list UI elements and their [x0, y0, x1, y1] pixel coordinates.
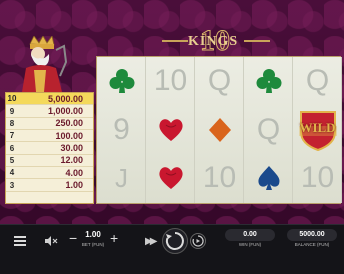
symbol-label: Q	[207, 64, 232, 98]
paytable-row: 8 250.00	[6, 118, 93, 131]
paytable-row: 7 100.00	[6, 130, 93, 143]
paytable-count: 3	[9, 180, 15, 190]
card-symbol-10: 10	[195, 154, 244, 203]
reel-grid: 9 J 10 Q 10 Q Q WILD 10	[96, 56, 342, 204]
paytable-value: 12.00	[60, 155, 83, 166]
paytable-value: 250.00	[55, 118, 83, 129]
reel: Q	[244, 57, 293, 203]
paytable-count: 7	[9, 131, 15, 141]
paytable-count: 9	[9, 106, 15, 116]
card-symbol-q: Q	[195, 57, 244, 106]
bet-value: 1.00	[85, 230, 101, 239]
paytable-count: 5	[9, 155, 15, 165]
card-symbol-9: 9	[97, 106, 146, 155]
reel: 9J	[97, 57, 146, 203]
spin-icon	[165, 232, 184, 250]
symbol-label: J	[115, 162, 128, 193]
balance-label: BALANCE (FUN)	[294, 242, 330, 247]
card-symbol-10: 10	[146, 57, 195, 106]
bet-increase-button[interactable]: +	[110, 230, 118, 246]
spade-symbol-icon	[244, 154, 293, 203]
paytable-value: 1,000.00	[47, 106, 83, 117]
symbol-label: 9	[113, 112, 130, 146]
wild-label: WILD	[299, 119, 336, 135]
symbol-label: Q	[305, 64, 330, 98]
logo-text: KINGS	[188, 34, 239, 49]
paytable-count: 4	[9, 168, 15, 178]
paytable-value: 1.00	[65, 180, 83, 191]
symbol-label: 10	[202, 161, 237, 195]
game-logo: 10 KINGS	[162, 24, 270, 58]
wild-symbol: WILD	[293, 106, 342, 155]
win-display: 0.00	[225, 229, 275, 241]
autoplay-icon	[192, 235, 204, 247]
paytable-count: 8	[9, 118, 15, 128]
card-symbol-10: 10	[293, 154, 342, 203]
paytable-value: 100.00	[55, 130, 83, 141]
symbol-label: 10	[300, 161, 335, 195]
paytable-row: 10 5,000.00	[6, 93, 93, 106]
bet-decrease-button[interactable]: −	[69, 230, 77, 246]
menu-icon[interactable]	[14, 236, 26, 246]
autoplay-button[interactable]	[190, 233, 206, 249]
paytable-count: 6	[9, 143, 15, 153]
balance-display: 5000.00	[287, 229, 337, 241]
paytable-value: 30.00	[60, 143, 83, 154]
spin-button[interactable]	[162, 228, 188, 254]
control-bar: − 1.00 BET (FUN) + ▶▶ 0.00 WIN (FUN) 500…	[0, 224, 344, 274]
paytable-value: 4.00	[65, 167, 83, 178]
reel: 10	[146, 57, 195, 203]
bet-label: BET (FUN)	[81, 242, 105, 247]
club-symbol-icon	[244, 57, 293, 106]
paytable-row: 5 12.00	[6, 155, 93, 168]
heart-symbol-icon	[146, 106, 195, 155]
paytable-row: 3 1.00	[6, 179, 93, 192]
turbo-icon[interactable]: ▶▶	[145, 236, 158, 247]
paytable: 10 5,000.00 9 1,000.00 8 250.00 7 100.00…	[5, 92, 94, 204]
logo-swirl-left	[162, 40, 188, 42]
card-symbol-q: Q	[244, 106, 293, 155]
reel: Q WILD 10	[293, 57, 342, 203]
card-symbol-q: Q	[293, 57, 342, 106]
heart-symbol-icon	[146, 154, 195, 203]
win-label: WIN (FUN)	[238, 242, 262, 247]
paytable-row: 6 30.00	[6, 142, 93, 155]
symbol-label: Q	[256, 112, 281, 146]
king-character	[22, 36, 68, 92]
logo-swirl-right	[244, 40, 270, 42]
symbol-label: 10	[153, 64, 188, 98]
sound-muted-icon[interactable]	[44, 235, 58, 247]
paytable-value: 5,000.00	[47, 93, 83, 104]
diamond-symbol-icon	[195, 106, 244, 155]
reel: Q 10	[195, 57, 244, 203]
card-symbol-j: J	[97, 154, 146, 203]
paytable-row: 9 1,000.00	[6, 105, 93, 118]
paytable-row: 4 4.00	[6, 167, 93, 180]
paytable-count: 10	[7, 94, 17, 104]
club-symbol-icon	[97, 57, 146, 106]
